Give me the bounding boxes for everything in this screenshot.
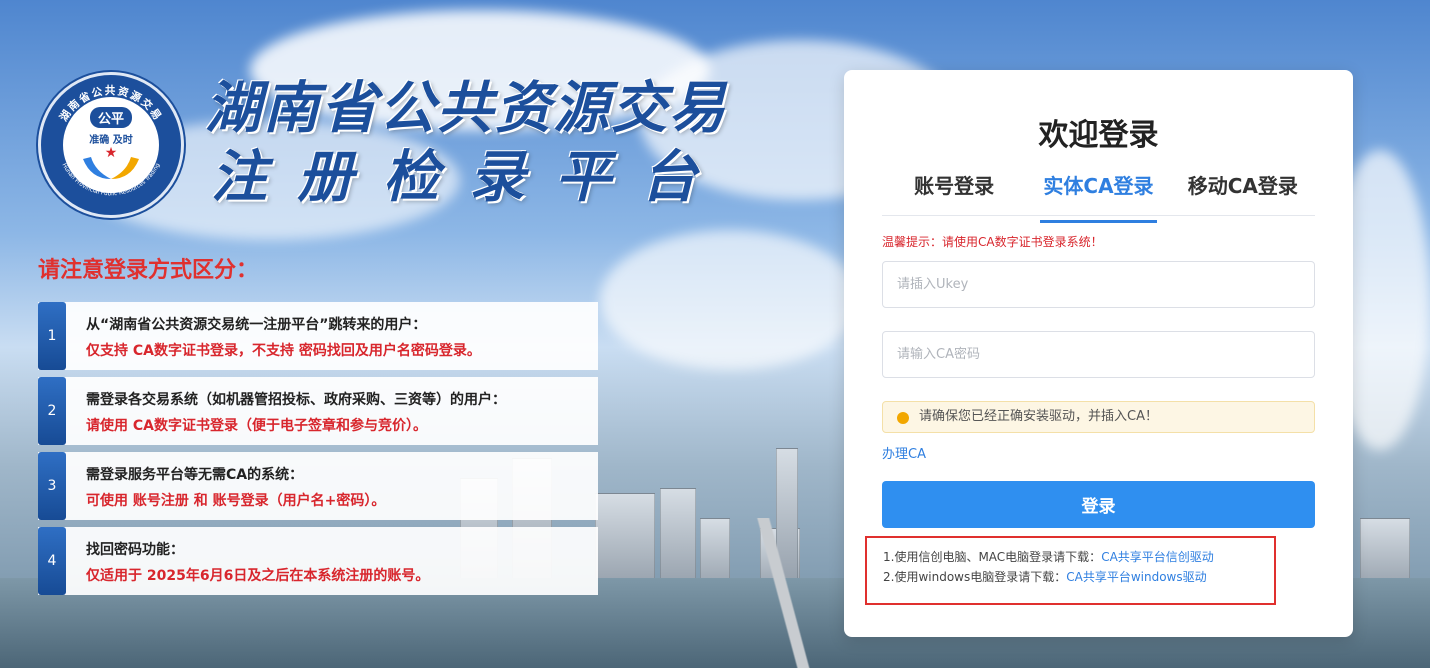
note-desc: 仅适用于 2025年6月6日及之后在本系统注册的账号。 xyxy=(86,568,430,584)
tab-account-login[interactable]: 账号登录 xyxy=(882,164,1026,215)
note-item: 3 需登录服务平台等无需CA的系统： 可使用 账号注册 和 账号登录（用户名+密… xyxy=(38,452,598,520)
note-item: 2 需登录各交易系统（如机器管招投标、政府采购、三资等）的用户： 请使用 CA数… xyxy=(38,377,598,445)
login-panel: 欢迎登录 账号登录 实体CA登录 移动CA登录 温馨提示：请使用CA数字证书登录… xyxy=(844,70,1353,637)
hands-icon xyxy=(83,157,139,179)
login-tabs: 账号登录 实体CA登录 移动CA登录 xyxy=(882,164,1315,223)
tab-mobile-ca-login[interactable]: 移动CA登录 xyxy=(1171,164,1315,215)
note-desc: 可使用 账号注册 和 账号登录（用户名+密码）。 xyxy=(86,493,386,509)
windows-driver-link[interactable]: CA共享平台windows驱动 xyxy=(1066,570,1206,584)
bridge xyxy=(720,518,850,668)
cloud xyxy=(600,230,860,370)
logo: 湖南省公共资源交易 Hunan Provincial Public Resour… xyxy=(38,72,184,218)
note-title: 找回密码功能： xyxy=(86,542,184,558)
note-number: 2 xyxy=(38,377,66,445)
note-desc: 仅支持 CA数字证书登录，不支持 密码找回及用户名密码登录。 xyxy=(86,343,481,359)
ukey-input[interactable] xyxy=(882,261,1315,308)
ca-password-input[interactable] xyxy=(882,331,1315,378)
download-label: 1.使用信创电脑、MAC电脑登录请下载： xyxy=(883,550,1102,564)
download-line: 1.使用信创电脑、MAC电脑登录请下载：CA共享平台信创驱动 xyxy=(883,548,1214,565)
note-desc: 请使用 CA数字证书登录（便于电子签章和参与竞价）。 xyxy=(86,418,427,434)
note-item: 4 找回密码功能： 仅适用于 2025年6月6日及之后在本系统注册的账号。 xyxy=(38,527,598,595)
login-button[interactable]: 登录 xyxy=(882,481,1315,528)
login-title: 欢迎登录 xyxy=(1038,118,1159,153)
driver-warning-text: 请确保您已经正确安装驱动，并插入CA！ xyxy=(919,409,1158,424)
site-title-line1: 湖南省公共资源交易 xyxy=(205,76,727,141)
notes-heading: 请注意登录方式区分： xyxy=(38,258,259,283)
download-line: 2.使用windows电脑登录请下载：CA共享平台windows驱动 xyxy=(883,568,1207,585)
xinchuang-driver-link[interactable]: CA共享平台信创驱动 xyxy=(1101,550,1214,564)
warning-icon xyxy=(897,412,909,424)
login-hint: 温馨提示：请使用CA数字证书登录系统！ xyxy=(882,235,1103,249)
logo-emblem: 公平 准确 及时 ★ xyxy=(63,97,159,193)
note-number: 3 xyxy=(38,452,66,520)
note-number: 4 xyxy=(38,527,66,595)
logo-motto: 准确 及时 xyxy=(89,135,133,146)
note-title: 需登录各交易系统（如机器管招投标、政府采购、三资等）的用户： xyxy=(86,392,506,408)
logo-badge: 公平 xyxy=(89,107,132,128)
driver-downloads: 1.使用信创电脑、MAC电脑登录请下载：CA共享平台信创驱动 2.使用windo… xyxy=(865,536,1276,605)
note-number: 1 xyxy=(38,302,66,370)
download-label: 2.使用windows电脑登录请下载： xyxy=(883,570,1067,584)
tab-physical-ca-login[interactable]: 实体CA登录 xyxy=(1026,164,1170,223)
site-title: 湖南省公共资源交易 注册检录平台 xyxy=(205,76,727,214)
note-title: 需登录服务平台等无需CA的系统： xyxy=(86,467,304,483)
note-item: 1 从“湖南省公共资源交易统一注册平台”跳转来的用户： 仅支持 CA数字证书登录… xyxy=(38,302,598,370)
driver-warning: 请确保您已经正确安装驱动，并插入CA！ xyxy=(882,401,1315,433)
apply-ca-link[interactable]: 办理CA xyxy=(882,443,926,462)
site-title-line2: 注册检录平台 xyxy=(211,145,727,210)
note-title: 从“湖南省公共资源交易统一注册平台”跳转来的用户： xyxy=(86,317,427,333)
